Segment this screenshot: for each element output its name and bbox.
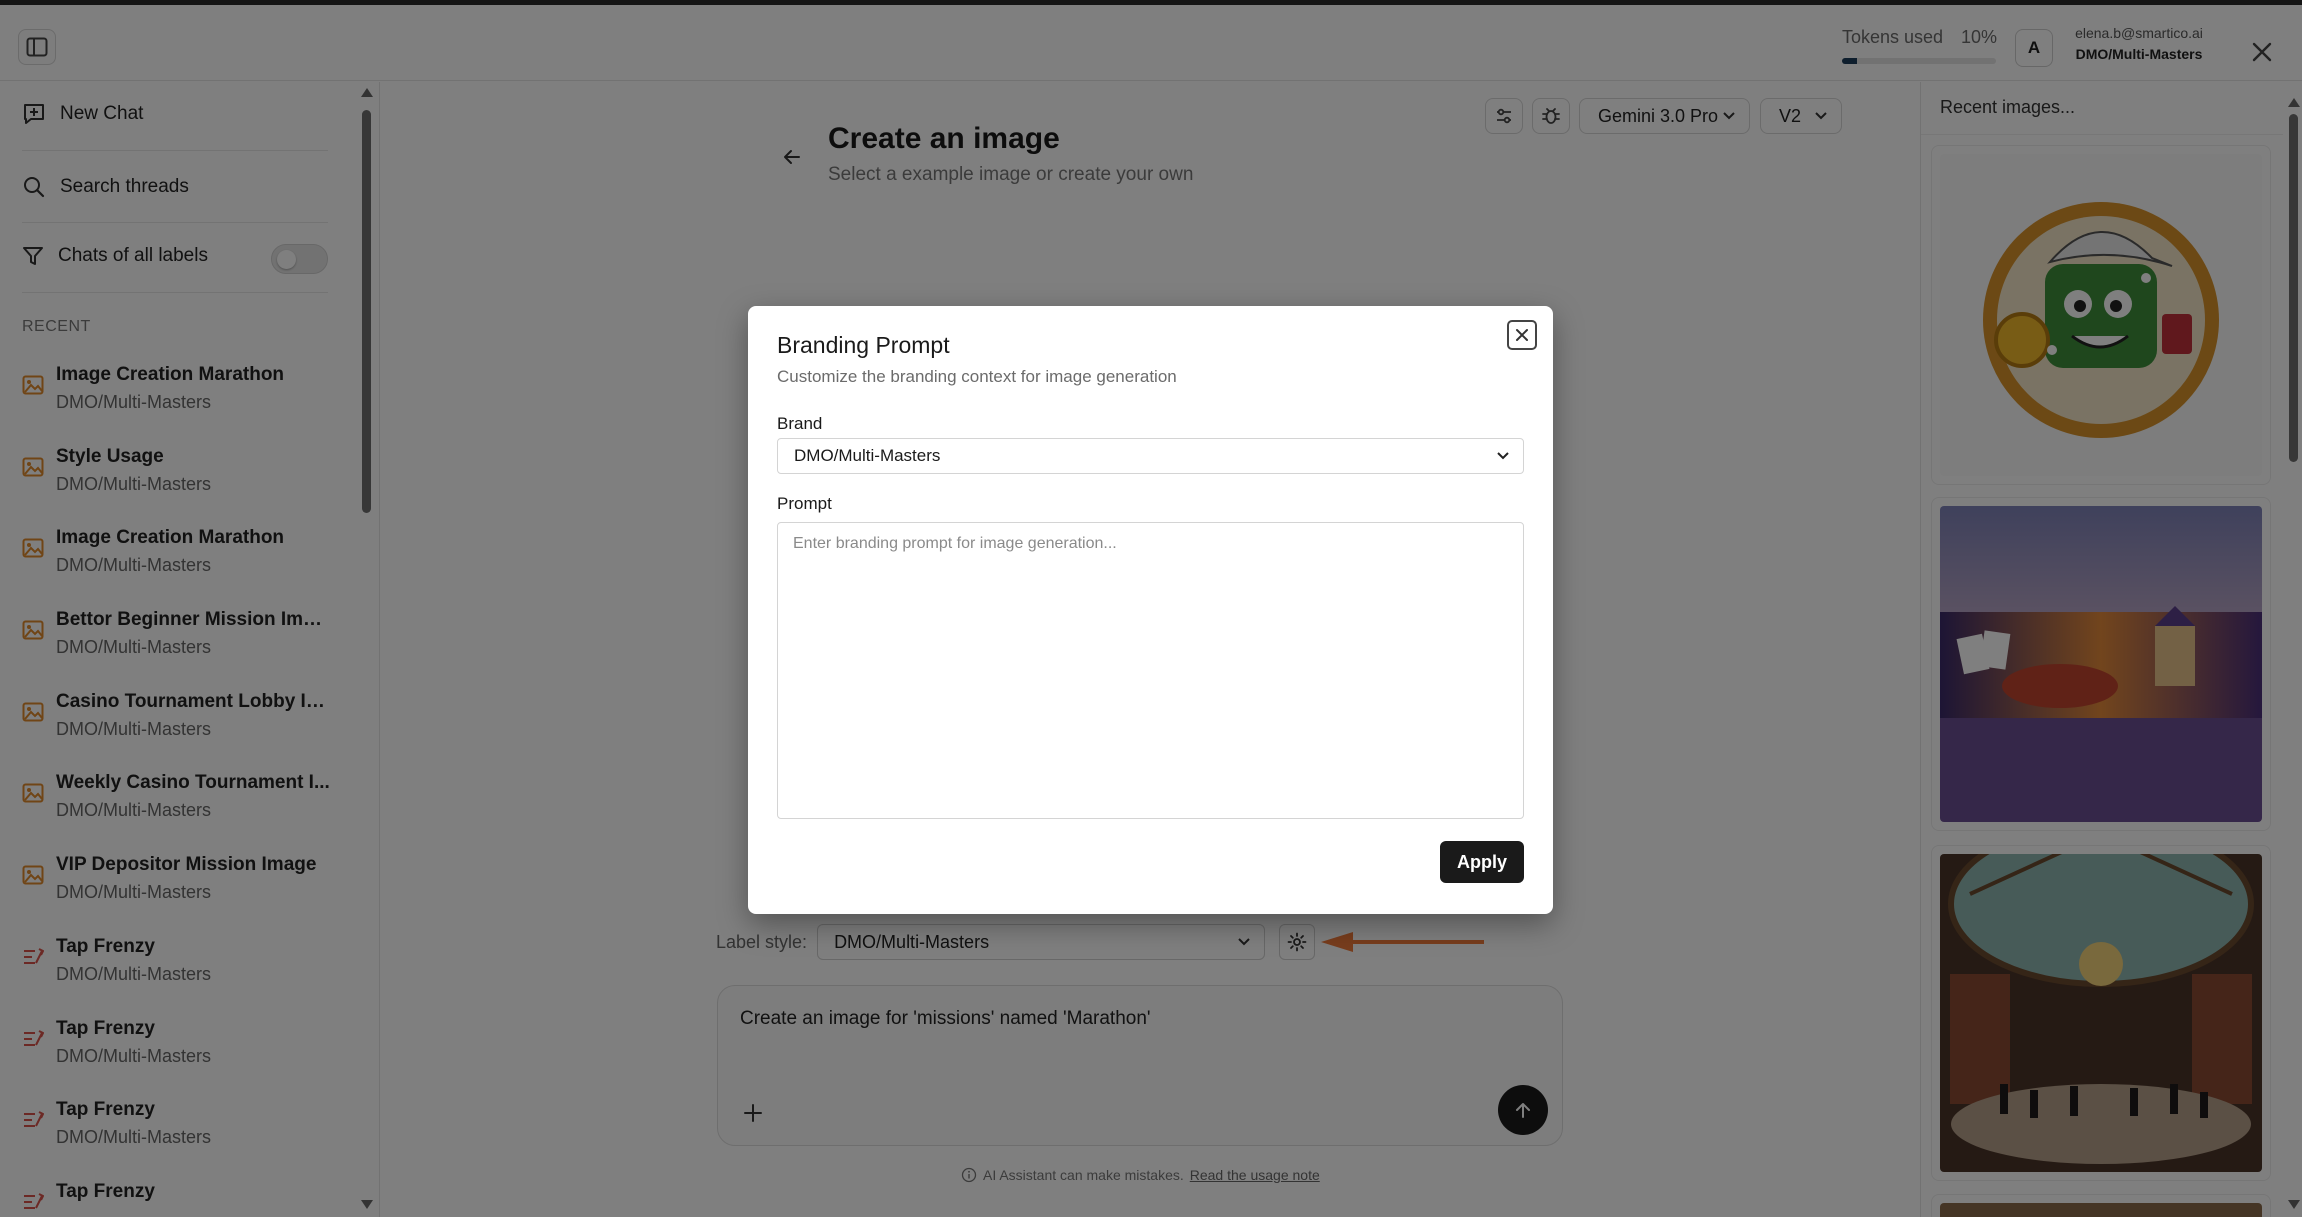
brand-select-value: DMO/Multi-Masters: [794, 446, 941, 465]
dialog-close-button[interactable]: [1507, 320, 1537, 350]
chevron-down-icon: [1497, 452, 1509, 460]
prompt-field-label: Prompt: [777, 494, 832, 513]
close-icon: [1516, 329, 1528, 341]
branding-prompt-dialog: Branding Prompt Customize the branding c…: [748, 306, 1553, 914]
dialog-subtitle: Customize the branding context for image…: [777, 367, 1177, 386]
brand-select[interactable]: DMO/Multi-Masters: [777, 438, 1524, 474]
apply-button[interactable]: Apply: [1440, 841, 1524, 883]
dialog-title: Branding Prompt: [777, 332, 950, 358]
branding-prompt-textarea[interactable]: [777, 522, 1524, 819]
brand-field-label: Brand: [777, 414, 823, 433]
